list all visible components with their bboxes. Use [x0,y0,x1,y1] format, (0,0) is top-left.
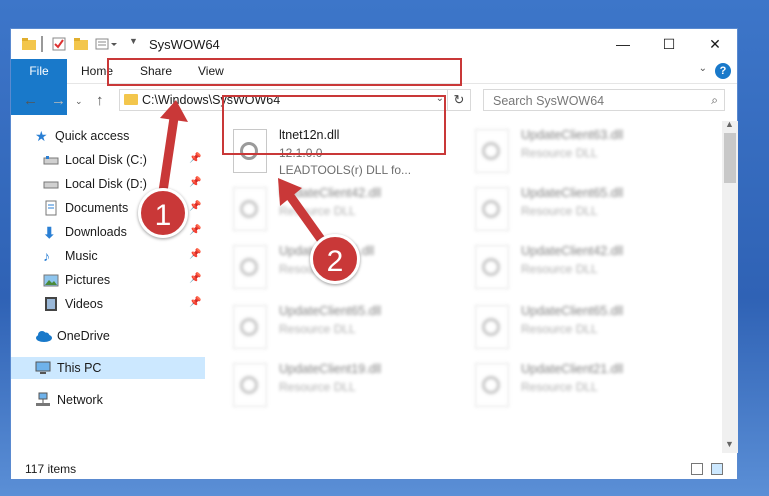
step-2-badge: 2 [310,234,360,284]
step-1-badge: 1 [138,188,188,238]
annotation-arrows [157,100,334,255]
